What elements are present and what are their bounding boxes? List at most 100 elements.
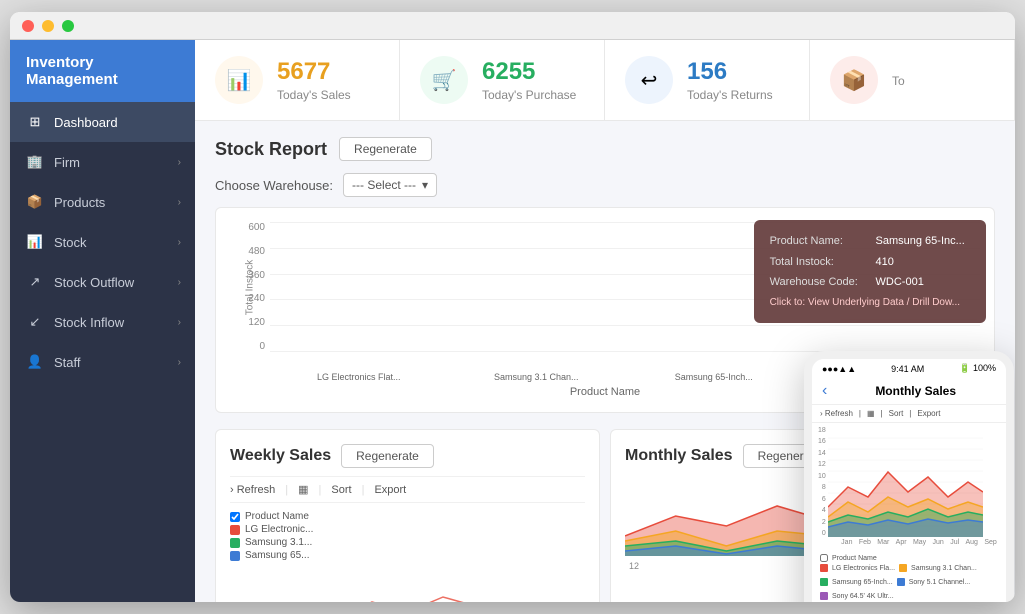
y-tick-0: 0 [230,341,265,352]
mobile-export-button[interactable]: Export [917,409,940,418]
tooltip-instock-value: 410 [876,253,970,272]
app-body: Inventory Management ⊞ Dashboard 🏢 Firm … [10,40,1015,602]
weekly-sales-card: Weekly Sales Regenerate › Refresh | ▦ | … [215,429,600,602]
mobile-legend-product: Product Name [832,555,877,562]
regenerate-button[interactable]: Regenerate [339,137,432,161]
monthly-sales-card: Monthly Sales Regenerate [610,429,995,602]
mobile-divider3: | [909,409,911,418]
divider: | [285,484,288,496]
mobile-sony64-label: Sony 64.5' 4K Ultr... [832,593,894,600]
mobile-samsung65-color [820,578,828,586]
sidebar-label-firm: Firm [54,155,80,170]
mobile-legend-sony64: Sony 64.5' 4K Ultr... [820,592,894,600]
mobile-chart-title: Monthly Sales [835,384,996,398]
legend-color-samsung65 [230,551,240,561]
extra-icon: 📦 [842,68,867,93]
stats-row: 📊 5677 Today's Sales 🛒 6255 Today's Purc… [195,40,1015,121]
sidebar: Inventory Management ⊞ Dashboard 🏢 Firm … [10,40,195,602]
sidebar-item-dashboard[interactable]: ⊞ Dashboard [10,102,195,142]
tooltip-table: Product Name: Samsung 65-Inc... Total In… [768,230,972,313]
dropdown-arrow-icon: ▾ [422,178,428,192]
extra-info: To [892,72,905,88]
divider3: | [362,484,365,496]
sidebar-item-stock-outflow[interactable]: ↗ Stock Outflow › [10,262,195,302]
minimize-button[interactable] [42,20,54,32]
bar-chart-icon[interactable]: ▦ [298,483,308,496]
legend-product-label: Product Name [245,511,309,522]
stat-card-sales: 📊 5677 Today's Sales [195,40,400,120]
sidebar-label-staff: Staff [54,355,81,370]
mobile-sony51-label: Sony 5.1 Channel... [909,579,971,586]
legend-label-samsung31: Samsung 3.1... [245,537,312,548]
close-button[interactable] [22,20,34,32]
sidebar-item-firm[interactable]: 🏢 Firm › [10,142,195,182]
y-tick-2: 240 [230,293,265,304]
mobile-legend-header: Product Name [820,554,998,562]
mobile-legend-samsung31: Samsung 3.1 Chan... [899,564,977,572]
mobile-chart-inner: 18161412 1086420 [818,427,1000,537]
returns-label: Today's Returns [687,88,773,102]
mobile-legend-checkbox[interactable] [820,554,828,562]
sidebar-item-staff[interactable]: 👤 Staff › [10,342,195,382]
mobile-sony64-color [820,592,828,600]
mobile-signal: ●●●▲▲ [822,364,856,374]
weekly-legend: Product Name LG Electronic... Samsung 3.… [230,511,585,561]
mobile-back-button[interactable]: ‹ [822,382,827,400]
x-label-2: Samsung 65-Inch... [625,372,803,382]
staff-icon: 👤 [26,353,44,371]
products-icon: 📦 [26,193,44,211]
returns-value: 156 [687,58,773,86]
warehouse-select-row: Choose Warehouse: --- Select --- ▾ [215,173,995,197]
firm-icon: 🏢 [26,153,44,171]
export-button[interactable]: Export [374,484,406,496]
extra-icon-circle: 📦 [830,56,878,104]
legend-label-lg: LG Electronic... [245,524,313,535]
chevron-right-icon: › [178,237,181,248]
tooltip-product-label: Product Name: [770,232,874,251]
returns-info: 156 Today's Returns [687,58,773,102]
mobile-status-bar: ●●●▲▲ 9:41 AM 🔋 100% [812,359,1006,378]
mobile-chart-area: 18161412 1086420 [812,423,1006,550]
mobile-y-labels: 18161412 1086420 [818,427,826,537]
warehouse-dropdown[interactable]: --- Select --- ▾ [343,173,437,197]
sidebar-item-stock-inflow[interactable]: ↙ Stock Inflow › [10,302,195,342]
warehouse-label: Choose Warehouse: [215,178,333,193]
mobile-chart-icon[interactable]: ▦ [867,409,875,418]
weekly-regenerate-button[interactable]: Regenerate [341,444,434,468]
warehouse-select-value: --- Select --- [352,178,416,192]
sidebar-label-products: Products [54,195,105,210]
x-label-1: Samsung 3.1 Chan... [448,372,626,382]
stock-report-header: Stock Report Regenerate [215,137,995,161]
sidebar-label-stock: Stock [54,235,87,250]
mobile-legend: Product Name LG Electronics Fla... Samsu… [812,550,1006,602]
mobile-battery: 🔋 100% [959,363,996,374]
sidebar-title: Inventory Management [10,40,195,102]
legend-item-samsung65: Samsung 65... [230,550,585,561]
weekly-sales-header: Weekly Sales Regenerate [230,444,585,468]
chart-tooltip: Product Name: Samsung 65-Inc... Total In… [754,220,986,323]
weekly-mini-chart: 5 6 7 [230,567,585,602]
mobile-refresh-button[interactable]: › Refresh [820,409,853,418]
stat-card-extra: 📦 To [810,40,1015,120]
tooltip-instock-label: Total Instock: [770,253,874,272]
divider2: | [319,484,322,496]
tooltip-warehouse-value: WDC-001 [876,273,970,292]
purchase-icon-circle: 🛒 [420,56,468,104]
sort-button[interactable]: Sort [331,484,351,496]
stock-report-title: Stock Report [215,139,327,160]
refresh-button[interactable]: › Refresh [230,484,275,496]
sidebar-label-dashboard: Dashboard [54,115,118,130]
legend-checkbox[interactable] [230,512,240,522]
mobile-sort-button[interactable]: Sort [889,409,904,418]
purchase-value: 6255 [482,58,576,86]
mobile-time: 9:41 AM [891,364,924,374]
sidebar-item-stock[interactable]: 📊 Stock › [10,222,195,262]
sales-icon: 📊 [227,68,252,93]
chevron-right-icon: › [178,277,181,288]
chevron-right-icon: › [178,197,181,208]
maximize-button[interactable] [62,20,74,32]
mobile-controls: › Refresh | ▦ | Sort | Export [812,405,1006,423]
mobile-divider: | [859,409,861,418]
weekly-controls-row: › Refresh | ▦ | Sort | Export [230,476,585,503]
sidebar-item-products[interactable]: 📦 Products › [10,182,195,222]
